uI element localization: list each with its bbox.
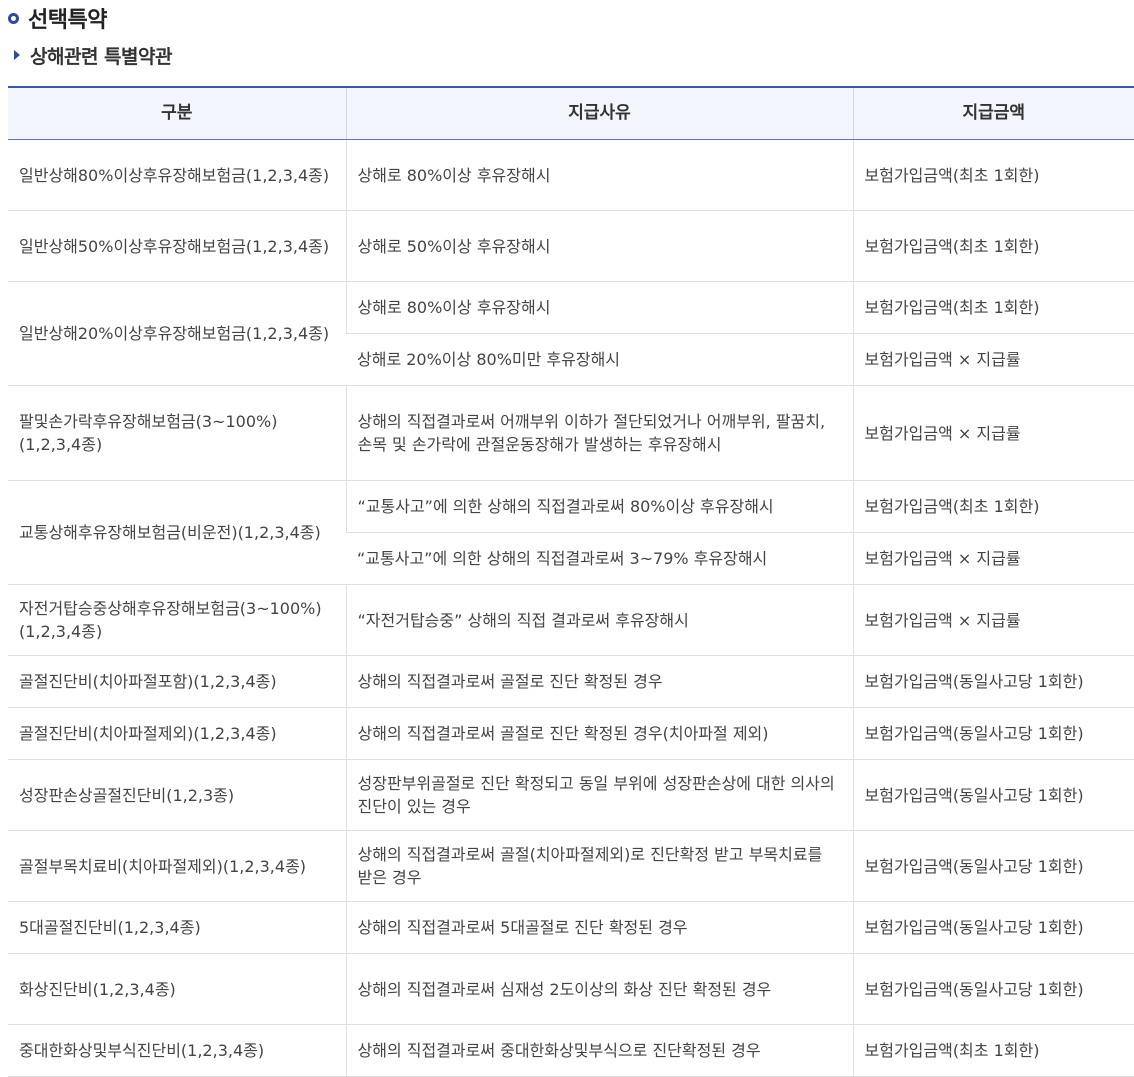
category-cell: 성장판손상골절진단비(1,2,3종) bbox=[8, 759, 346, 831]
reason-cell: 상해의 직접결과로써 골절(치아파절제외)로 진단확정 받고 부목치료를 받은 … bbox=[345, 830, 853, 902]
table-row: 일반상해80%이상후유장해보험금(1,2,3,4종) 상해로 80%이상 후유장… bbox=[8, 139, 1134, 211]
category-cell: 일반상해80%이상후유장해보험금(1,2,3,4종) bbox=[8, 139, 346, 211]
amount-cell: 보험가입금액 × 지급률 bbox=[852, 532, 1134, 585]
category-cell: 중대한화상및부식진단비(1,2,3,4종) bbox=[8, 1024, 346, 1077]
amount-cell: 보험가입금액(최초 1회한) bbox=[852, 480, 1134, 533]
table-row: 중대한화상및부식진단비(1,2,3,4종) 상해의 직접결과로써 중대한화상및부… bbox=[8, 1024, 1134, 1077]
header-amount: 지급금액 bbox=[852, 87, 1134, 140]
header-reason: 지급사유 bbox=[345, 87, 853, 140]
table-row: 교통상해후유장해보험금(비운전)(1,2,3,4종) “교통사고”에 의한 상해… bbox=[8, 480, 1134, 585]
amount-cell: 보험가입금액 × 지급률 bbox=[852, 584, 1134, 656]
reason-cell: 상해의 직접결과로써 골절로 진단 확정된 경우(치아파절 제외) bbox=[345, 707, 853, 760]
category-cell: 화상진단비(1,2,3,4종) bbox=[8, 953, 346, 1025]
reason-cell: 성장판부위골절로 진단 확정되고 동일 부위에 성장판손상에 대한 의사의 진단… bbox=[345, 759, 853, 831]
category-cell: 팔및손가락후유장해보험금(3~100%)(1,2,3,4종) bbox=[8, 385, 346, 481]
table-row: 골절진단비(치아파절제외)(1,2,3,4종) 상해의 직접결과로써 골절로 진… bbox=[8, 707, 1134, 760]
subsection-heading: 상해관련 특별약관 bbox=[14, 40, 172, 70]
reason-cell: “교통사고”에 의한 상해의 직접결과로써 3~79% 후유장해시 bbox=[346, 532, 853, 585]
table-row: 팔및손가락후유장해보험금(3~100%)(1,2,3,4종) 상해의 직접결과로… bbox=[8, 385, 1134, 481]
table-row: 일반상해50%이상후유장해보험금(1,2,3,4종) 상해로 50%이상 후유장… bbox=[8, 210, 1134, 282]
table-row: 자전거탑승중상해후유장해보험금(3~100%)(1,2,3,4종) “자전거탑승… bbox=[8, 584, 1134, 656]
category-cell: 골절부목치료비(치아파절제외)(1,2,3,4종) bbox=[8, 830, 346, 902]
table-row: 골절부목치료비(치아파절제외)(1,2,3,4종) 상해의 직접결과로써 골절(… bbox=[8, 830, 1134, 902]
table-header-row: 구분 지급사유 지급금액 bbox=[8, 87, 1134, 140]
amount-cell: 보험가입금액(최초 1회한) bbox=[852, 210, 1134, 282]
table-row: 골절진단비(치아파절포함)(1,2,3,4종) 상해의 직접결과로써 골절로 진… bbox=[8, 655, 1134, 708]
reason-cell: 상해의 직접결과로써 중대한화상및부식으로 진단확정된 경우 bbox=[345, 1024, 853, 1077]
amount-cell: 보험가입금액(최초 1회한) bbox=[852, 281, 1134, 334]
category-cell: 일반상해20%이상후유장해보험금(1,2,3,4종) bbox=[8, 281, 346, 386]
amount-cell: 보험가입금액 × 지급률 bbox=[852, 333, 1134, 386]
reason-cell: “자전거탑승중” 상해의 직접 결과로써 후유장해시 bbox=[345, 584, 853, 656]
category-cell: 자전거탑승중상해후유장해보험금(3~100%)(1,2,3,4종) bbox=[8, 584, 346, 656]
section-heading: 선택특약 bbox=[8, 2, 107, 34]
reason-cell: 상해의 직접결과로써 심재성 2도이상의 화상 진단 확정된 경우 bbox=[345, 953, 853, 1025]
category-cell: 일반상해50%이상후유장해보험금(1,2,3,4종) bbox=[8, 210, 346, 282]
page-title: 선택특약 bbox=[28, 8, 107, 33]
amount-cell: 보험가입금액(최초 1회한) bbox=[852, 1024, 1134, 1077]
category-cell: 교통상해후유장해보험금(비운전)(1,2,3,4종) bbox=[8, 480, 346, 585]
amount-cell: 보험가입금액(동일사고당 1회한) bbox=[852, 830, 1134, 902]
amount-cell: 보험가입금액(동일사고당 1회한) bbox=[852, 953, 1134, 1025]
subsection-title: 상해관련 특별약관 bbox=[30, 45, 172, 68]
coverage-table: 구분 지급사유 지급금액 일반상해80%이상후유장해보험금(1,2,3,4종) … bbox=[8, 86, 1134, 1077]
reason-cell: 상해로 80%이상 후유장해시 bbox=[345, 139, 853, 211]
table-row: 5대골절진단비(1,2,3,4종) 상해의 직접결과로써 5대골절로 진단 확정… bbox=[8, 901, 1134, 954]
amount-cell: 보험가입금액 × 지급률 bbox=[852, 385, 1134, 481]
circle-bullet-icon bbox=[8, 12, 19, 24]
reason-cell: 상해의 직접결과로써 5대골절로 진단 확정된 경우 bbox=[345, 901, 853, 954]
triangle-bullet-icon bbox=[14, 50, 20, 60]
amount-cell: 보험가입금액(동일사고당 1회한) bbox=[852, 655, 1134, 708]
table-row: 화상진단비(1,2,3,4종) 상해의 직접결과로써 심재성 2도이상의 화상 … bbox=[8, 953, 1134, 1025]
category-cell: 5대골절진단비(1,2,3,4종) bbox=[8, 901, 346, 954]
amount-cell: 보험가입금액(동일사고당 1회한) bbox=[852, 901, 1134, 954]
reason-cell: 상해로 20%이상 80%미만 후유장해시 bbox=[346, 333, 853, 386]
reason-cell: 상해로 50%이상 후유장해시 bbox=[345, 210, 853, 282]
header-category: 구분 bbox=[8, 87, 346, 140]
category-cell: 골절진단비(치아파절포함)(1,2,3,4종) bbox=[8, 655, 346, 708]
amount-cell: 보험가입금액(최초 1회한) bbox=[852, 139, 1134, 211]
amount-cell: 보험가입금액(동일사고당 1회한) bbox=[852, 707, 1134, 760]
reason-cell: 상해로 80%이상 후유장해시 bbox=[345, 281, 853, 334]
reason-cell: 상해의 직접결과로써 어깨부위 이하가 절단되었거나 어깨부위, 팔꿈치, 손목… bbox=[345, 385, 853, 481]
reason-cell: “교통사고”에 의한 상해의 직접결과로써 80%이상 후유장해시 bbox=[345, 480, 853, 533]
reason-cell: 상해의 직접결과로써 골절로 진단 확정된 경우 bbox=[345, 655, 853, 708]
category-cell: 골절진단비(치아파절제외)(1,2,3,4종) bbox=[8, 707, 346, 760]
table-row: 일반상해20%이상후유장해보험금(1,2,3,4종) 상해로 80%이상 후유장… bbox=[8, 281, 1134, 386]
table-row: 성장판손상골절진단비(1,2,3종) 성장판부위골절로 진단 확정되고 동일 부… bbox=[8, 759, 1134, 831]
amount-cell: 보험가입금액(동일사고당 1회한) bbox=[852, 759, 1134, 831]
